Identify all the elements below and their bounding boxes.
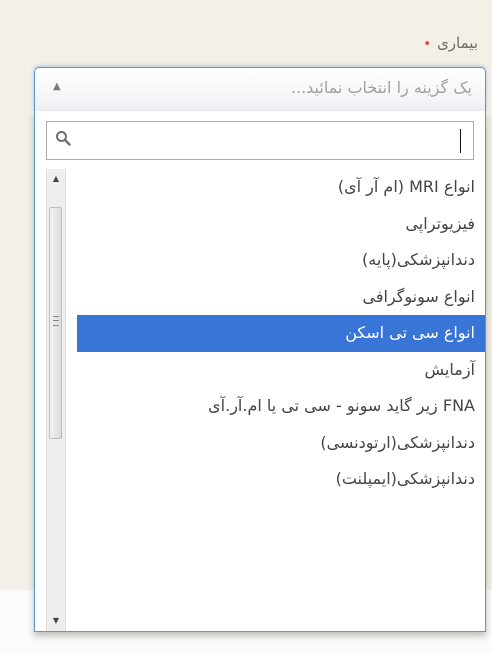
list-item[interactable]: انواع MRI (ام آر آی) [77,169,485,206]
disease-select[interactable]: یک گزینه را انتخاب نمائید... ▲ [34,67,486,111]
triangle-up-icon[interactable]: ▲ [53,81,61,92]
select-placeholder: یک گزینه را انتخاب نمائید... [290,78,472,97]
list-item[interactable]: انواع سی تی اسکن [77,315,485,352]
required-mark: • [423,37,432,52]
list-item[interactable]: انواع سونوگرافی [77,279,485,316]
search-input[interactable] [79,124,469,157]
scroll-down-arrow-icon[interactable]: ▼ [47,611,65,631]
list-item[interactable]: FNA زیر گاید سونو - سی تی یا ام.آر.آی [77,388,485,425]
options-list-container: ▲ ▼ انواع MRI (ام آر آی) فیزیوتراپی دندا… [35,169,485,631]
list-item[interactable]: فیزیوتراپی [77,206,485,243]
options-scrollbar[interactable]: ▲ ▼ [46,169,66,631]
list-item[interactable]: آزمایش [77,352,485,389]
scroll-up-arrow-icon[interactable]: ▲ [47,169,65,189]
select-dropdown: ▲ ▼ انواع MRI (ام آر آی) فیزیوتراپی دندا… [34,111,486,632]
scrollbar-thumb[interactable] [49,207,62,439]
list-item[interactable]: دندانپزشکی(ارتودنسی) [77,425,485,462]
list-item[interactable]: دندانپزشکی(پایه) [77,242,485,279]
text-caret [460,129,461,153]
field-label: بیماری • [423,34,478,52]
options-list: انواع MRI (ام آر آی) فیزیوتراپی دندانپزش… [77,169,485,498]
search-icon [56,131,71,146]
list-item[interactable]: دندانپزشکی(ایمپلنت) [77,461,485,498]
search-field[interactable] [46,121,474,160]
field-label-text: بیماری [437,34,478,52]
grip-icon [53,316,59,326]
